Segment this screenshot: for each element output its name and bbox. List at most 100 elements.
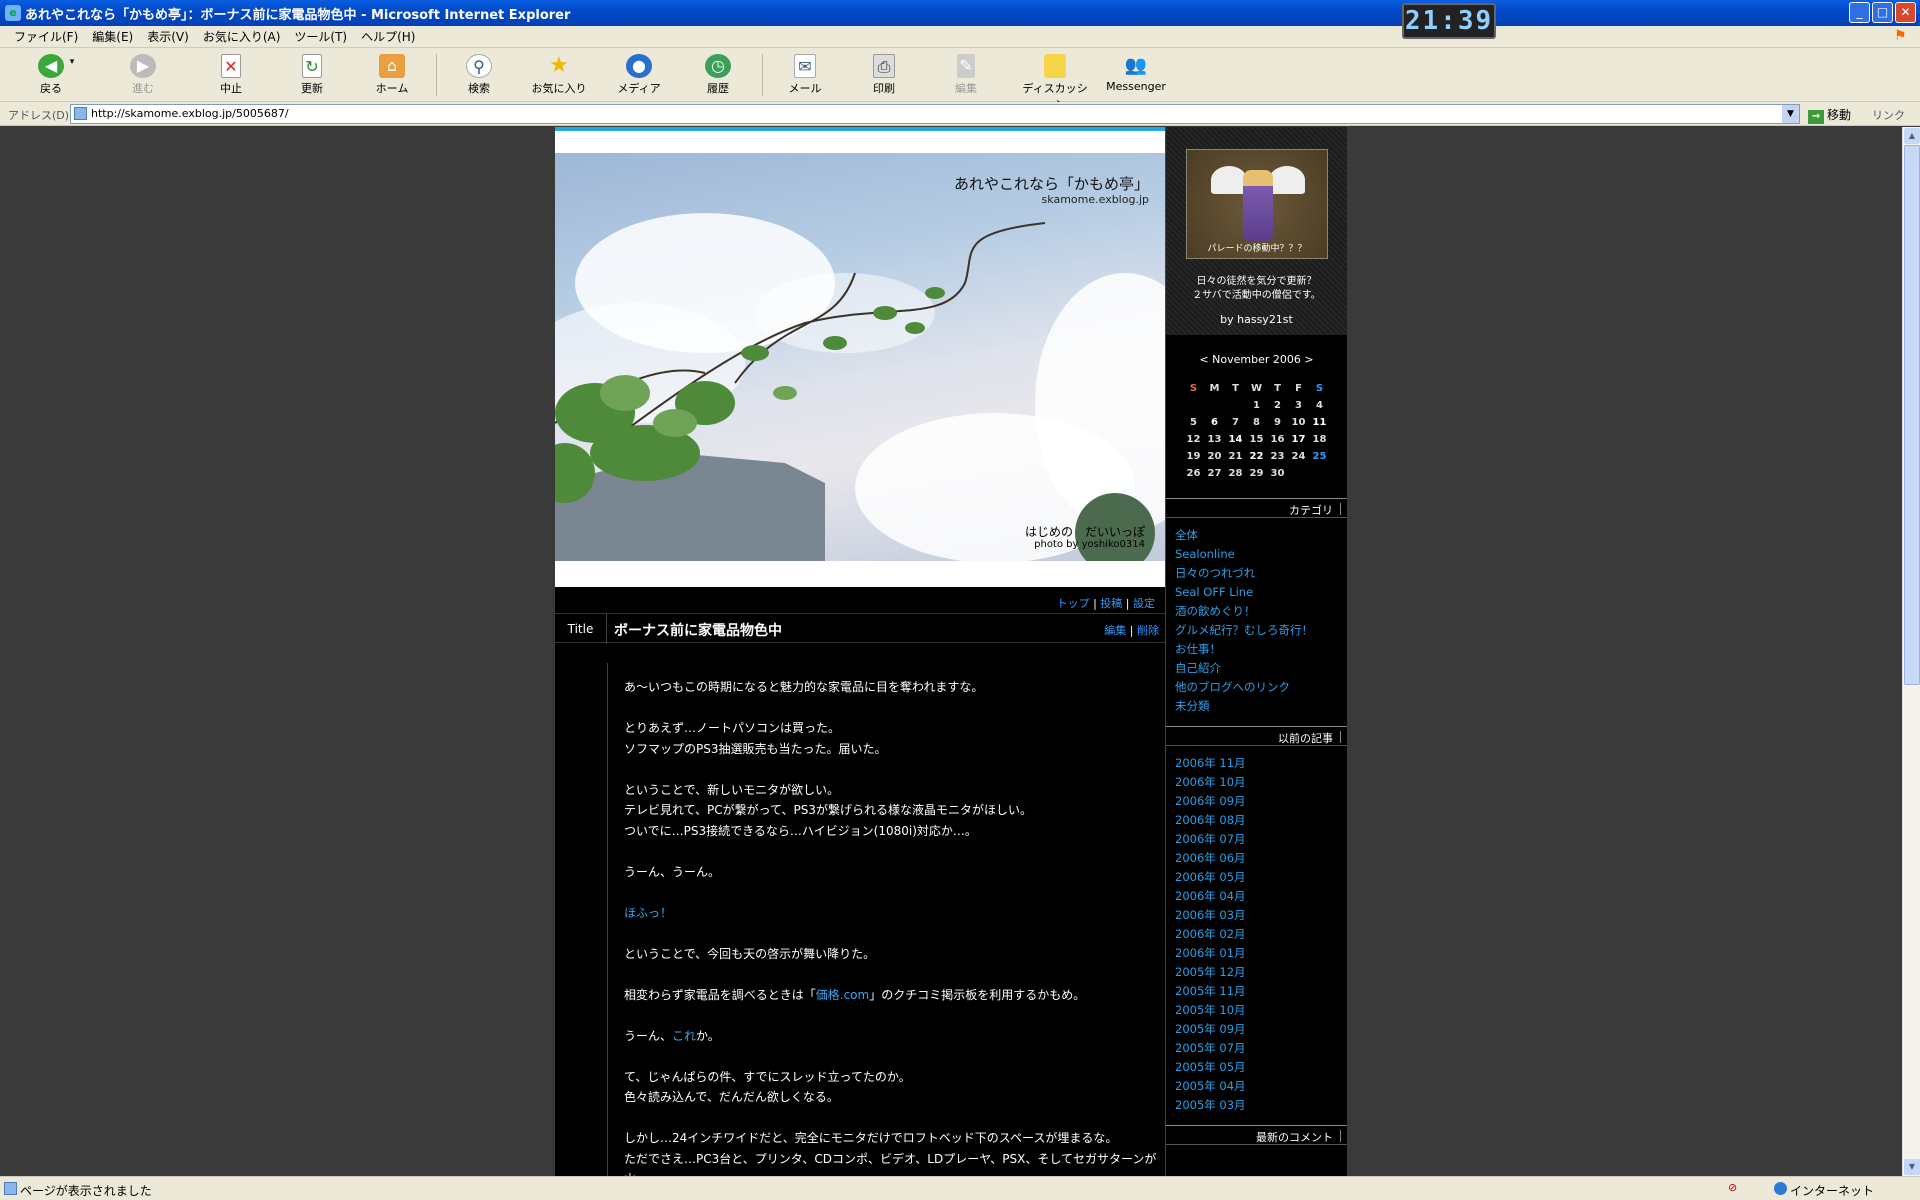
favorites-button[interactable]: ★ お気に入り xyxy=(522,54,596,96)
archive-link[interactable]: 2005年 12月 xyxy=(1175,963,1347,982)
menu-help[interactable]: ヘルプ(H) xyxy=(361,28,415,45)
archive-link[interactable]: 2006年 06月 xyxy=(1175,849,1347,868)
archive-link[interactable]: 2005年 09月 xyxy=(1175,1020,1347,1039)
scroll-up-button[interactable]: ▲ xyxy=(1904,128,1920,144)
search-button[interactable]: ⚲ 検索 xyxy=(442,54,516,96)
category-link[interactable]: 自己紹介 xyxy=(1175,659,1347,678)
calendar-day[interactable]: 14 xyxy=(1225,431,1246,448)
calendar-day[interactable]: 17 xyxy=(1288,431,1309,448)
archive-link[interactable]: 2005年 10月 xyxy=(1175,1001,1347,1020)
refresh-button[interactable]: ↻ 更新 xyxy=(275,54,349,96)
address-label: アドレス(D) xyxy=(8,109,70,122)
history-button[interactable]: ◷ 履歴 xyxy=(681,54,755,96)
popup-blocked-icon[interactable]: ⊘ xyxy=(1728,1181,1742,1195)
category-link[interactable]: 日々のつれづれ xyxy=(1175,564,1347,583)
calendar-day: 30 xyxy=(1270,468,1285,479)
go-button[interactable]: → 移動 xyxy=(1808,106,1851,124)
address-bar: アドレス(D) http://skamome.exblog.jp/5005687… xyxy=(0,102,1920,126)
post-paragraph: ということで、新しいモニタが欲しい。 テレビ見れて、PCが繋がって、PS3が繋げら… xyxy=(624,782,1032,838)
category-list: 全体 Sealonline 日々のつれづれ Seal OFF Line 酒の飲めぐり！グ… xyxy=(1166,518,1347,716)
archive-link[interactable]: 2005年 11月 xyxy=(1175,982,1347,1001)
url-input[interactable]: http://skamome.exblog.jp/5005687/ ▼ xyxy=(70,104,1800,124)
archive-link[interactable]: 2005年 05月 xyxy=(1175,1058,1347,1077)
calendar-day[interactable]: 11 xyxy=(1309,414,1330,431)
go-arrow-icon: → xyxy=(1808,110,1824,124)
calendar-weekday: T xyxy=(1232,383,1239,394)
kore-link[interactable]: これ xyxy=(672,1029,696,1043)
calendar-day: 7 xyxy=(1232,417,1239,428)
print-button[interactable]: ⎙ 印刷 xyxy=(847,54,921,96)
archive-link[interactable]: 2006年 01月 xyxy=(1175,944,1347,963)
calendar-day[interactable]: 25 xyxy=(1309,448,1330,465)
maximize-button[interactable]: □ xyxy=(1872,2,1893,23)
menu-tools[interactable]: ツール(T) xyxy=(294,28,347,45)
menu-view[interactable]: 表示(V) xyxy=(147,28,189,45)
nav-top-link[interactable]: トップ xyxy=(1057,597,1090,610)
archive-link[interactable]: 2005年 03月 xyxy=(1175,1096,1347,1115)
category-link[interactable]: 他のブログへのリンク xyxy=(1175,678,1347,697)
url-dropdown-button[interactable]: ▼ xyxy=(1782,105,1799,123)
archive-link[interactable]: 2005年 07月 xyxy=(1175,1039,1347,1058)
ie-logo-icon: e xyxy=(5,5,21,21)
post-paragraph: うーん、これか。 xyxy=(624,1028,720,1043)
calendar-empty xyxy=(1183,397,1204,414)
scroll-down-button[interactable]: ▼ xyxy=(1904,1159,1920,1175)
category-link[interactable]: Sealonline xyxy=(1175,545,1347,564)
media-button[interactable]: ● メディア xyxy=(602,54,676,96)
minimize-button[interactable]: _ xyxy=(1849,2,1870,23)
calendar-day[interactable]: 22 xyxy=(1246,448,1267,465)
back-dropdown-button[interactable]: ▾ xyxy=(62,54,82,67)
close-button[interactable]: ✕ xyxy=(1895,2,1916,23)
calendar-day: 24 xyxy=(1291,451,1306,462)
category-link[interactable]: 全体 xyxy=(1175,526,1347,545)
archive-link[interactable]: 2006年 04月 xyxy=(1175,887,1347,906)
calendar-day: 23 xyxy=(1270,451,1285,462)
links-button[interactable]: リンク xyxy=(1872,107,1905,123)
archive-link[interactable]: 2006年 11月 xyxy=(1175,754,1347,773)
calendar-weekday: W xyxy=(1250,383,1263,394)
category-link[interactable]: グルメ紀行？むしろ奇行！ xyxy=(1175,621,1347,640)
archive-link[interactable]: 2006年 10月 xyxy=(1175,773,1347,792)
menu-favorites[interactable]: お気に入り(A) xyxy=(203,28,281,45)
archive-link[interactable]: 2006年 03月 xyxy=(1175,906,1347,925)
archive-link[interactable]: 2006年 07月 xyxy=(1175,830,1347,849)
page-viewport: あれやこれなら「かもめ亭」 skamome.exblog.jp はじめの だいい… xyxy=(0,127,1902,1176)
hofu-link[interactable]: ほふっ！ xyxy=(624,906,672,920)
home-button[interactable]: ⌂ ホーム xyxy=(355,54,429,96)
messenger-button[interactable]: 👥 Messenger xyxy=(1099,54,1173,93)
category-link[interactable]: 未分類 xyxy=(1175,697,1347,716)
post-edit-link[interactable]: 編集 xyxy=(1104,624,1126,637)
nav-settings-link[interactable]: 設定 xyxy=(1133,597,1155,610)
archive-link[interactable]: 2006年 08月 xyxy=(1175,811,1347,830)
calendar-day: 10 xyxy=(1291,417,1306,428)
archive-link[interactable]: 2005年 04月 xyxy=(1175,1077,1347,1096)
post-delete-link[interactable]: 削除 xyxy=(1137,624,1159,637)
archive-link[interactable]: 2006年 09月 xyxy=(1175,792,1347,811)
category-link[interactable]: 酒の飲めぐり！ xyxy=(1175,602,1347,621)
archive-link[interactable]: 2006年 02月 xyxy=(1175,925,1347,944)
avatar-caption: パレードの移動中？？？ xyxy=(1207,244,1307,254)
edit-button[interactable]: ✎ 編集 xyxy=(929,54,1003,96)
menu-file[interactable]: ファイル(F) xyxy=(14,28,78,45)
nav-post-link[interactable]: 投稿 xyxy=(1100,597,1122,610)
calendar-month[interactable]: < November 2006 > xyxy=(1166,353,1347,366)
category-link[interactable]: お仕事！ xyxy=(1175,640,1347,659)
menu-edit[interactable]: 編集(E) xyxy=(92,28,133,45)
mail-button[interactable]: ✉ メール xyxy=(768,54,842,96)
archive-link[interactable]: 2006年 05月 xyxy=(1175,868,1347,887)
category-link[interactable]: Seal OFF Line xyxy=(1175,583,1347,602)
blog-title[interactable]: あれやこれなら「かもめ亭」 xyxy=(954,173,1149,194)
scrollbar-thumb[interactable] xyxy=(1904,145,1920,685)
kakaku-link[interactable]: 価格.com xyxy=(816,988,869,1002)
star-icon: ★ xyxy=(549,53,569,78)
calendar-day: 19 xyxy=(1186,451,1201,462)
search-icon: ⚲ xyxy=(466,54,492,78)
vertical-scrollbar[interactable]: ▲ ▼ xyxy=(1902,127,1920,1176)
calendar-weekday: T xyxy=(1274,383,1281,394)
forward-button[interactable]: ▶ 進む xyxy=(106,54,180,96)
calendar-day: 18 xyxy=(1312,434,1327,445)
post-paragraph: ということで、今回も天の啓示が舞い降りた。 xyxy=(624,946,876,961)
stop-button[interactable]: ✕ 中止 xyxy=(194,54,268,96)
calendar-weekday: M xyxy=(1209,383,1220,394)
calendar-day[interactable]: 6 xyxy=(1204,414,1225,431)
